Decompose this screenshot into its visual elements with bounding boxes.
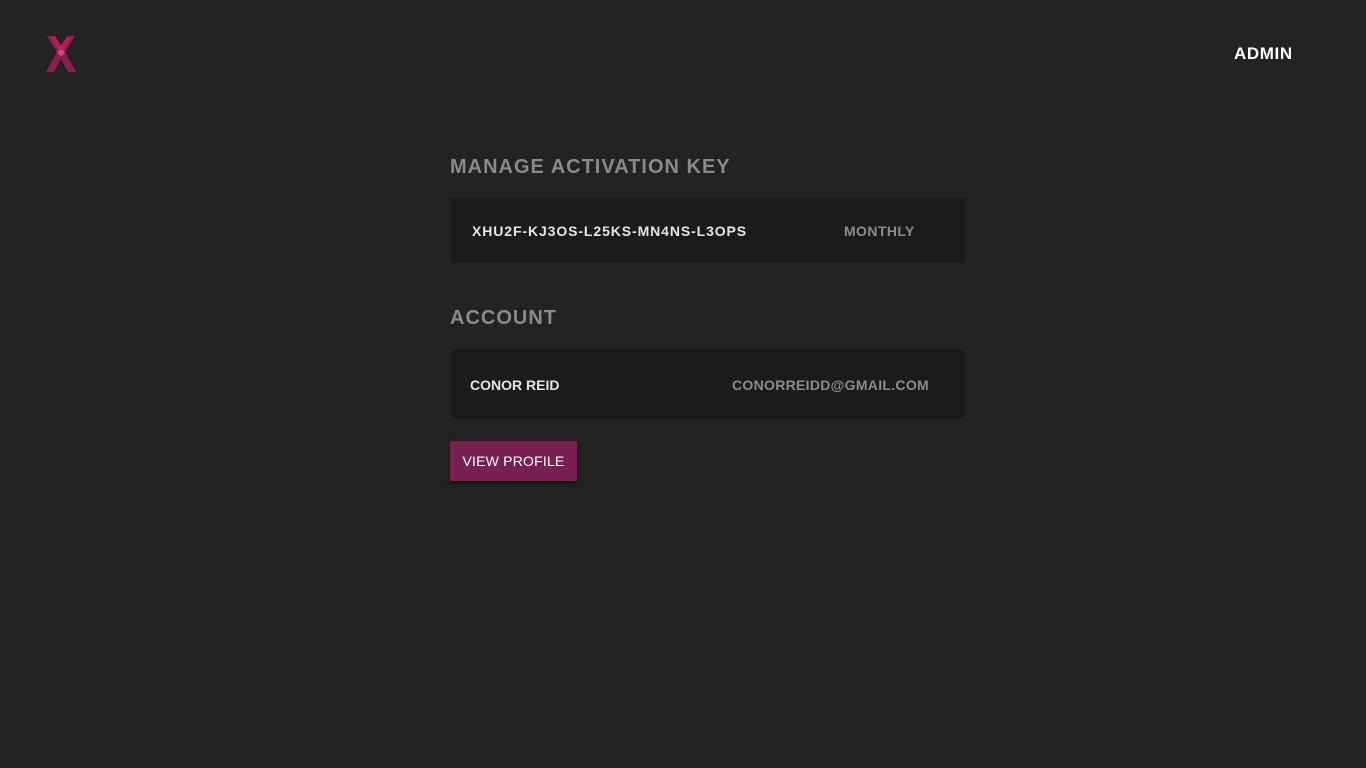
- view-profile-button[interactable]: VIEW PROFILE: [450, 441, 577, 481]
- page: ADMIN MANAGE ACTIVATION KEY XHU2F-KJ3OS-…: [0, 0, 1366, 768]
- x-logo-icon[interactable]: [43, 34, 79, 74]
- activation-key-card: XHU2F-KJ3OS-L25KS-MN4NS-L3OPS MONTHLY: [450, 198, 966, 263]
- admin-link[interactable]: ADMIN: [1234, 44, 1293, 64]
- account-name: CONOR REID: [470, 377, 560, 393]
- activation-key-value: XHU2F-KJ3OS-L25KS-MN4NS-L3OPS: [472, 223, 748, 239]
- account-section-title: ACCOUNT: [450, 307, 557, 329]
- account-email: CONORREIDD@GMAIL.COM: [732, 377, 929, 393]
- account-card: CONOR REID CONORREIDD@GMAIL.COM: [450, 349, 966, 419]
- activation-plan: MONTHLY: [844, 223, 915, 239]
- activation-section-title: MANAGE ACTIVATION KEY: [450, 156, 731, 178]
